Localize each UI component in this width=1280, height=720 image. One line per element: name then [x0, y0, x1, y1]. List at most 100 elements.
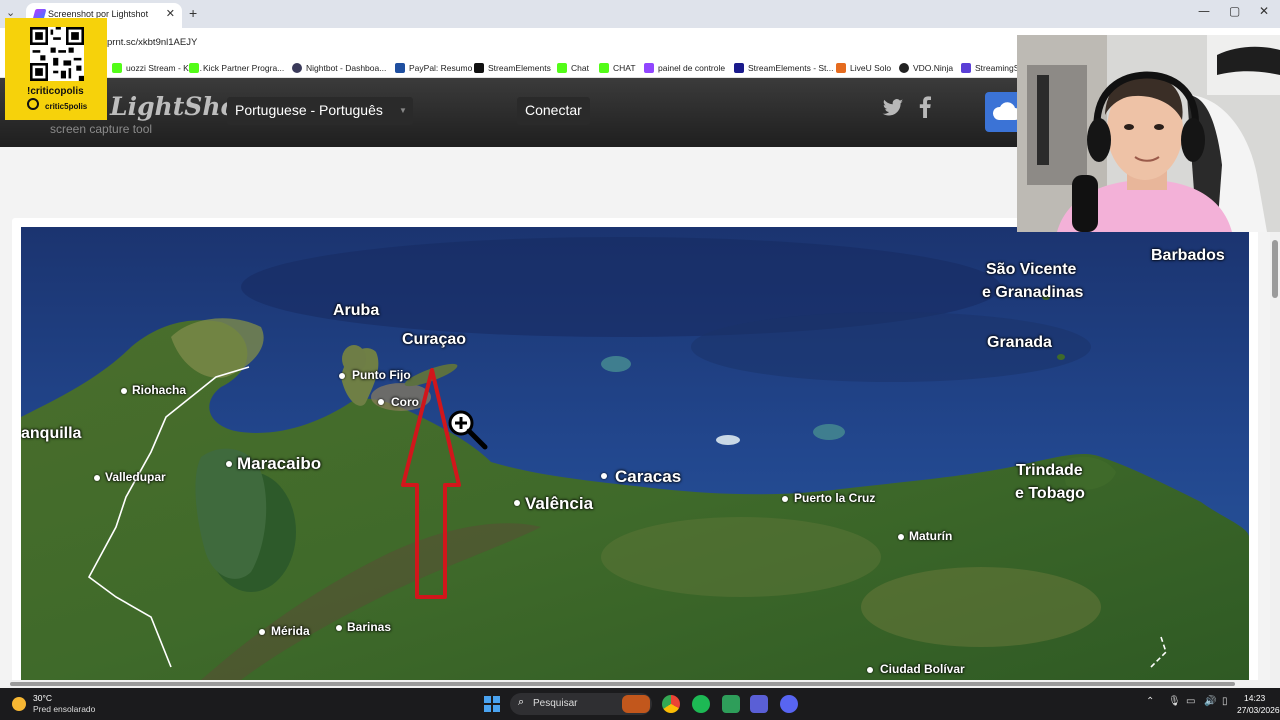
city-dot	[601, 473, 607, 479]
facebook-icon[interactable]	[919, 96, 931, 124]
city-dot	[121, 388, 127, 394]
paypal-icon	[395, 63, 405, 73]
map-label-tobago: e Tobago	[1015, 485, 1085, 502]
tab-close-icon[interactable]: ✕	[166, 7, 175, 20]
windows-logo-tile	[493, 705, 500, 712]
qr-handle-text: !criticopolis	[27, 86, 84, 97]
maximize-button[interactable]: ▢	[1229, 4, 1240, 18]
map-label-valledupar: Valledupar	[105, 470, 166, 484]
city-dot	[336, 625, 342, 631]
channel-logo-icon	[27, 98, 39, 110]
clock-time[interactable]: 14:23	[1244, 693, 1265, 703]
nightbot-icon	[292, 63, 302, 73]
battery-icon[interactable]: ▯	[1222, 696, 1228, 707]
city-dot	[514, 500, 520, 506]
bookmark-item[interactable]: VDO.Ninja	[899, 61, 953, 75]
horizontal-scrollbar[interactable]	[0, 680, 1270, 688]
map-label-ciudad-bolivar: Ciudad Bolívar	[880, 662, 965, 676]
city-dot	[378, 399, 384, 405]
twitter-icon[interactable]	[882, 98, 904, 124]
map-label-puerto-la-cruz: Puerto la Cruz	[794, 491, 876, 505]
tray-chevron-up-icon[interactable]: ⌃	[1146, 696, 1154, 707]
windows-taskbar: 30°C Pred ensolarado ⌕ Pesquisar ⌃ 🎙 ▭ 🔊…	[0, 688, 1280, 720]
qr-channel-name: critic5polis	[45, 102, 88, 111]
caret-down-icon: ▼	[398, 106, 407, 115]
new-tab-button[interactable]: +	[189, 5, 197, 21]
map-label-barbados: Barbados	[1151, 247, 1225, 264]
map-label-sao-vicente: São Vicente	[986, 261, 1077, 278]
map-label-granada: Granada	[987, 334, 1052, 351]
weather-description[interactable]: Pred ensolarado	[33, 704, 95, 714]
map-label-merida: Mérida	[271, 624, 310, 638]
discord-icon[interactable]	[780, 695, 798, 713]
liveu-icon	[836, 63, 846, 73]
chrome-icon[interactable]	[662, 695, 680, 713]
bookmark-item[interactable]: Nightbot - Dashboa...	[292, 61, 386, 75]
bookmark-item[interactable]: Kick Partner Progra...	[189, 61, 284, 75]
vertical-scrollbar[interactable]	[1270, 232, 1280, 680]
language-select[interactable]: Portuguese - Português ▼	[227, 97, 413, 125]
active-app-icon[interactable]	[750, 695, 768, 713]
map-label-trinidad: Trindade	[1016, 462, 1083, 479]
kick-icon	[557, 63, 567, 73]
streamer-camera-feed	[1017, 35, 1280, 232]
webcam-overlay	[1017, 35, 1280, 232]
horizontal-scrollbar-thumb[interactable]	[10, 682, 1235, 686]
obs-tools-icon[interactable]	[722, 695, 740, 713]
search-icon: ⌕	[518, 696, 525, 708]
city-dot	[94, 475, 100, 481]
bridge-widget-icon[interactable]	[622, 695, 650, 713]
sun-weather-icon[interactable]	[12, 697, 26, 711]
connect-button[interactable]: Conectar	[517, 97, 590, 125]
kick-icon	[599, 63, 609, 73]
language-select-label: Portuguese - Português	[235, 102, 383, 118]
bookmark-item[interactable]: StreamElements	[474, 61, 551, 75]
city-dot	[259, 629, 265, 635]
city-dot	[782, 496, 788, 502]
weather-temperature[interactable]: 30°C	[33, 693, 52, 703]
minimize-button[interactable]: —	[1198, 4, 1210, 18]
map-label-maturin: Maturín	[909, 529, 953, 543]
lightshot-tagline: screen capture tool	[50, 122, 153, 136]
map-label-caracas: Caracas	[615, 467, 682, 486]
bookmark-item[interactable]: StreamElements - St...	[734, 61, 834, 75]
clock-date[interactable]: 27/03/2026	[1237, 705, 1280, 715]
vertical-scrollbar-thumb[interactable]	[1272, 240, 1278, 298]
microphone-icon[interactable]: 🎙	[1168, 696, 1181, 707]
map-label-coro: Coro	[391, 395, 419, 409]
close-window-button[interactable]: ✕	[1259, 4, 1269, 18]
bookmark-item[interactable]: painel de controle	[644, 61, 725, 75]
city-dot	[339, 373, 345, 379]
browser-tab-strip: ⌄ Screenshot por Lightshot ✕ + — ▢ ✕	[0, 0, 1280, 28]
map-label-valencia: Valência	[525, 494, 594, 513]
zoom-cursor-icon	[448, 410, 488, 450]
city-dot	[226, 461, 232, 467]
twitch-icon	[644, 63, 654, 73]
spotify-icon[interactable]	[692, 695, 710, 713]
taskbar-search-label: Pesquisar	[533, 698, 578, 709]
connect-button-label: Conectar	[525, 102, 582, 118]
map-label-barranquilla: anquilla	[21, 425, 82, 442]
network-icon[interactable]: ▭	[1186, 696, 1195, 707]
bookmark-item[interactable]: LiveU Solo	[836, 61, 891, 75]
map-label-punto-fijo: Punto Fijo	[352, 368, 411, 382]
bookmark-item[interactable]: StreamingS	[961, 61, 1019, 75]
streamelements-icon	[474, 63, 484, 73]
city-dot	[898, 534, 904, 540]
city-dot	[867, 667, 873, 673]
volume-icon[interactable]: 🔊	[1204, 696, 1216, 707]
map-label-aruba: Aruba	[333, 302, 380, 319]
qr-code-icon	[30, 27, 84, 81]
windows-start-button[interactable]	[484, 696, 500, 712]
windows-logo-tile	[493, 696, 500, 703]
map-label-barinas: Barinas	[347, 620, 392, 634]
map-label-maracaibo: Maracaibo	[237, 454, 322, 473]
screenshot-image-map[interactable]: Aruba Curaçao Punto Fijo Coro Riohacha a…	[21, 227, 1249, 680]
url-field[interactable]: prnt.sc/xkbt9nl1AEJY	[107, 37, 197, 48]
bookmark-item[interactable]: CHAT	[599, 61, 636, 75]
streamelements-icon	[734, 63, 744, 73]
bookmark-item[interactable]: Chat	[557, 61, 589, 75]
windows-logo-tile	[484, 705, 491, 712]
bookmark-item[interactable]: PayPal: Resumo	[395, 61, 472, 75]
map-label-granadinas: e Granadinas	[982, 284, 1084, 301]
